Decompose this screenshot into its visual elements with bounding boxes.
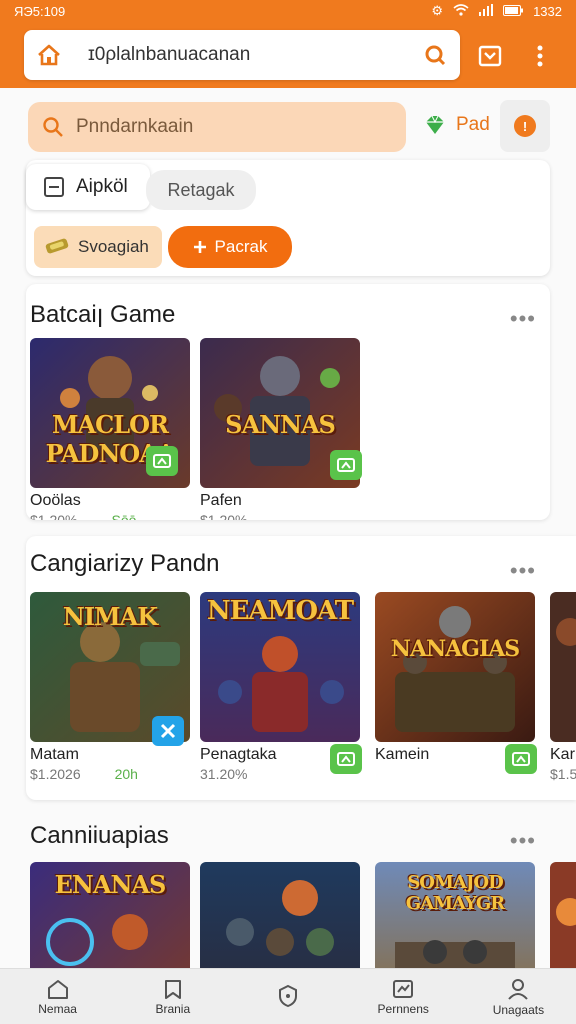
user-nav-icon [508,978,529,1000]
nav-center[interactable] [230,969,345,1024]
address-bar[interactable]: ɪ0ρlalnbanuacanan [24,30,460,80]
game-art-title: SOMAJOD GAMAYGR [405,872,506,914]
game-tile[interactable]: NIMAK Matam $1.2026 20h [30,592,190,782]
bookmark-nav-icon [164,979,181,999]
play-badge-icon[interactable] [330,450,362,480]
nav-profile[interactable]: Unagaats [461,969,576,1024]
game-art-title: NANAGIAS [390,636,520,662]
play-badge-icon[interactable] [146,446,178,476]
url-text[interactable]: ɪ0ρlalnbanuacanan [74,44,410,66]
alert-icon: ! [514,115,536,137]
ticket-icon [45,238,69,254]
status-clock: 1332 [533,3,562,19]
game-rating: $1.20% [200,512,248,520]
plus-icon [193,241,206,253]
nav-home[interactable]: Nemaa [0,969,115,1024]
home-icon[interactable] [24,44,74,66]
filter-chip-primary-label: Aipköl [76,176,128,197]
play-badge-icon[interactable] [330,744,362,774]
game-thumbnail[interactable]: NANAGIAS [375,592,535,742]
settings-status-icon: ⚙ [431,3,444,18]
game-rating: $1.20% [30,512,78,520]
section-title: Batcaiꞁ Game [30,301,176,328]
chart-nav-icon [393,979,414,998]
game-tile[interactable]: Kar $1.5 [550,592,576,782]
section-batcai-game: Batcaiꞁ Game ••• MACLOR PADNOAA Ooölas $… [26,284,550,520]
filter-chip-tertiary-label: Svoagiah [78,237,149,256]
search-field[interactable]: Pnndarnkaain [28,102,406,152]
filter-chip-tertiary[interactable]: Svoagiah [34,226,162,268]
filter-chip-accent[interactable]: Pacrak [168,226,292,268]
game-art-title: NEAMOAT [206,596,354,626]
game-rating: 31.20% [200,766,248,782]
more-dots-icon[interactable]: ••• [510,306,536,332]
wifi-icon [453,3,469,19]
browser-toolbar: ɪ0ρlalnbanuacanan [0,22,576,88]
magnifier-icon [43,117,63,137]
nav-brania-label: Brania [155,1001,191,1016]
game-rating: $1.5 [550,766,576,782]
status-bar: ЯЭ5:109 ⚙ 1332 [0,0,576,22]
game-rating: $1.2026 [30,766,81,782]
game-name: Matam [30,746,79,763]
search-placeholder: Pnndarnkaain [76,116,194,137]
filter-chip-accent-label: Pacrak [214,237,268,256]
game-art-title: ENANAS [54,870,167,899]
game-name: Pafen [200,492,242,509]
game-tile[interactable]: NEAMOAT Penagtaka 31.20% [200,592,362,782]
checkbox-icon [44,177,64,197]
game-art-title: NIMAK [62,602,158,631]
gem-icon [426,115,444,134]
filter-chip-secondary[interactable]: Retagak [146,170,256,210]
game-tile[interactable]: MACLOR PADNOAA Ooölas $1.20% Sōō [30,338,190,520]
game-thumbnail[interactable] [550,592,576,742]
section-cangiarizy-pandn: Cangiarizy Pandn ••• NIMAK Matam $1.2026… [26,536,576,800]
signal-icon [479,3,494,19]
section-title: Cangiarizy Pandn [30,550,220,577]
bottom-navigation: Nemaa Brania Pernnens Unagaats [0,968,576,1024]
game-name: Kar [550,746,575,763]
content-area: Pnndarnkaain Pad ! Aipköl Retagak Svoagi… [0,88,576,1024]
more-menu-icon[interactable] [526,42,554,70]
game-name: Ooölas [30,492,81,509]
play-badge-icon[interactable] [505,744,537,774]
game-art-title: SANNAS [225,410,336,439]
game-thumbnail[interactable]: NEAMOAT [200,592,360,742]
rad-button[interactable]: Pad [424,114,490,136]
section-title: Canniiuapias [30,822,169,849]
filter-card: Aipköl Retagak Svoagiah Pacrak [26,160,550,276]
battery-icon [503,4,524,19]
nav-pernnens-label: Pernnens [377,1001,429,1016]
nav-pernnens[interactable]: Pernnens [346,969,461,1024]
game-tile[interactable]: NANAGIAS Kamein [375,592,537,774]
filter-chip-secondary-label: Retagak [167,179,235,200]
downloads-icon[interactable] [476,42,504,70]
nav-profile-label: Unagaats [492,1002,545,1017]
more-dots-icon[interactable]: ••• [510,558,536,584]
filter-chip-primary[interactable]: Aipköl [26,164,150,210]
status-time: ЯЭ5:109 [14,3,66,19]
game-extra: 20h [114,766,138,782]
shield-nav-icon [279,984,297,1007]
home-nav-icon [47,979,68,999]
rad-label: Pad [456,114,490,135]
nav-home-label: Nemaa [38,1001,77,1016]
game-extra: Sōō [111,512,137,520]
nav-brania[interactable]: Brania [115,969,230,1024]
alert-button[interactable]: ! [500,100,550,152]
search-icon[interactable] [410,44,460,66]
game-tile[interactable]: SANNAS Pafen $1.20% [200,338,362,520]
more-dots-icon[interactable]: ••• [510,828,536,854]
close-badge-icon[interactable] [152,716,184,746]
